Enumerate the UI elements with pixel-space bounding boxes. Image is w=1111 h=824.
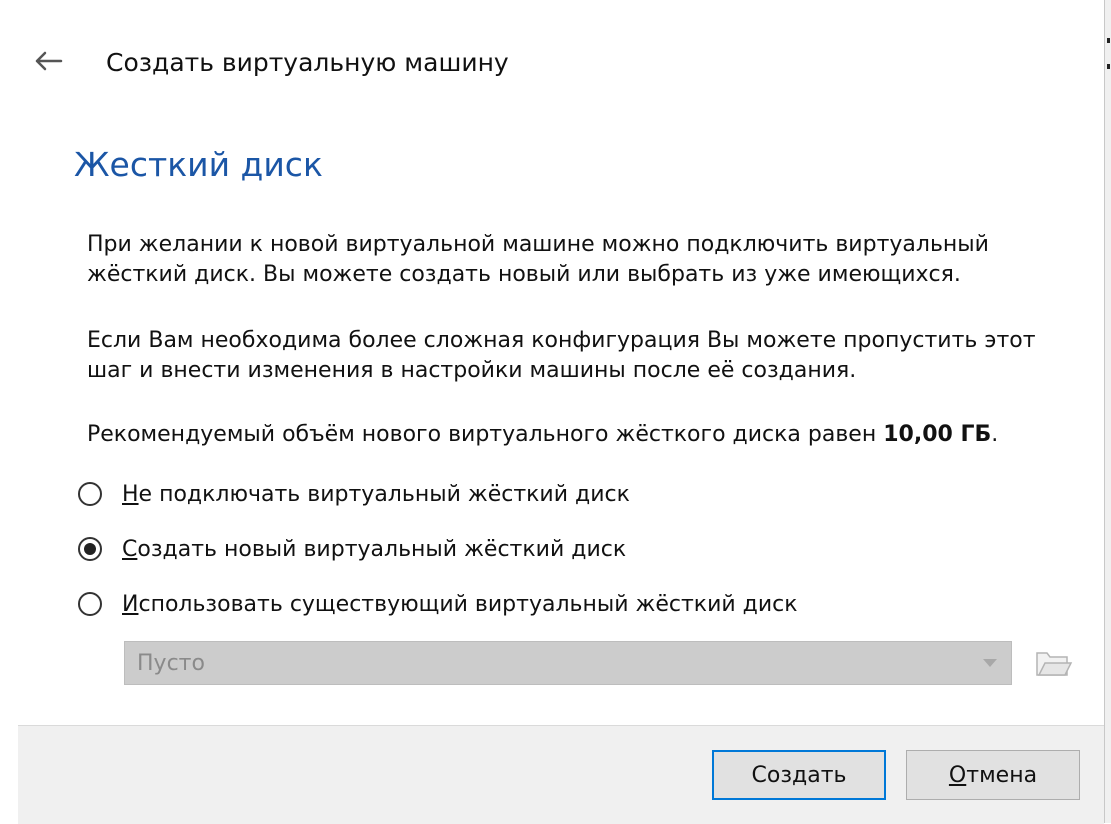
page-heading: Жесткий диск xyxy=(74,145,323,184)
intro-line-1: При желании к новой виртуальной машине м… xyxy=(87,232,989,257)
back-arrow-icon xyxy=(35,51,63,71)
recommended-suffix: . xyxy=(991,422,999,447)
choose-disk-file-button[interactable] xyxy=(1030,641,1076,685)
config-line-1: Если Вам необходима более сложная конфиг… xyxy=(87,328,1036,353)
existing-disk-select-value: Пусто xyxy=(137,650,205,676)
config-paragraph: Если Вам необходима более сложная конфиг… xyxy=(87,326,1087,386)
cancel-button-label: Отмена xyxy=(948,762,1038,788)
intro-paragraph: При желании к новой виртуальной машине м… xyxy=(87,230,1087,290)
edge-mark xyxy=(1107,64,1110,69)
radio-create-disk[interactable]: Создать новый виртуальный жёсткий диск xyxy=(78,532,626,566)
recommended-prefix: Рекомендуемый объём нового виртуального … xyxy=(87,422,884,447)
radio-no-disk[interactable]: Не подключать виртуальный жёсткий диск xyxy=(78,477,630,511)
window-title: Создать виртуальную машину xyxy=(106,48,509,77)
edge-mark xyxy=(1107,38,1110,43)
radio-create-disk-label: Создать новый виртуальный жёсткий диск xyxy=(122,536,627,562)
cancel-button[interactable]: Отмена xyxy=(906,750,1080,800)
folder-open-icon xyxy=(1036,652,1073,676)
radio-button-circle[interactable] xyxy=(78,592,102,616)
adjacent-window-edge xyxy=(1104,0,1111,823)
radio-existing-disk[interactable]: Использовать существующий виртуальный жё… xyxy=(78,587,798,621)
config-line-2: шаг и внести изменения в настройки машин… xyxy=(87,358,857,383)
create-vm-dialog: Создать виртуальную машину Жесткий диск … xyxy=(0,0,1104,823)
existing-disk-select[interactable]: Пусто xyxy=(124,641,1012,685)
intro-line-2: жёсткий диск. Вы можете создать новый ил… xyxy=(87,262,961,287)
radio-existing-disk-label: Использовать существующий виртуальный жё… xyxy=(122,591,798,617)
chevron-down-icon xyxy=(981,657,999,669)
recommended-size-value: 10,00 ГБ xyxy=(883,422,992,447)
radio-selected-dot xyxy=(84,543,96,555)
create-button-label: Создать xyxy=(751,762,847,788)
radio-no-disk-label: Не подключать виртуальный жёсткий диск xyxy=(122,481,630,507)
radio-button-circle[interactable] xyxy=(78,537,102,561)
recommended-size-text: Рекомендуемый объём нового виртуального … xyxy=(87,420,1087,450)
radio-button-circle[interactable] xyxy=(78,482,102,506)
create-button[interactable]: Создать xyxy=(712,750,886,800)
back-button[interactable] xyxy=(28,44,68,78)
